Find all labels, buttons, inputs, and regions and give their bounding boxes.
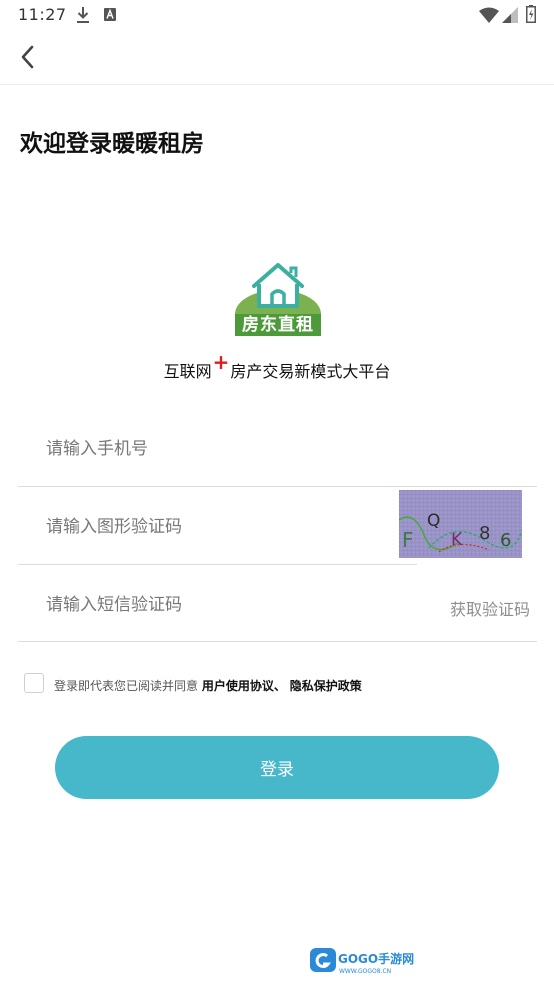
page-title: 欢迎登录暖暖租房 [20, 131, 204, 157]
captcha-input[interactable] [44, 487, 348, 566]
sms-code-input[interactable] [44, 566, 348, 643]
agreement-text: 登录即代表您已阅读并同意 用户使用协议、 隐私保护政策 [54, 677, 362, 694]
captcha-field [18, 487, 417, 566]
signal-icon [502, 7, 518, 23]
agreement-checkbox[interactable] [24, 673, 44, 693]
logo-text: 房东直租 [242, 315, 314, 335]
chevron-left-icon [21, 45, 34, 69]
privacy-policy-link[interactable]: 隐私保护政策 [290, 679, 362, 693]
captcha-image[interactable]: F Q K 8 6 [399, 490, 522, 558]
app-logo: 房东直租 [233, 262, 325, 338]
watermark-url: WWW.GOGO8.CN [339, 968, 391, 975]
back-button[interactable] [12, 40, 46, 74]
download-icon [77, 7, 89, 23]
notification-a-icon [104, 8, 116, 21]
user-agreement-link[interactable]: 用户使用协议、 [202, 679, 286, 693]
slogan-plus: + [212, 350, 230, 374]
wifi-icon [479, 7, 499, 23]
phone-input[interactable] [44, 410, 348, 488]
app-bar [0, 30, 554, 85]
status-time: 11:27 [18, 5, 67, 24]
house-icon [252, 263, 304, 308]
captcha-char-1: F [402, 528, 414, 552]
slogan-part1: 互联网 [163, 362, 212, 381]
get-code-button[interactable]: 获取验证码 [450, 596, 530, 620]
captcha-char-2: Q [427, 511, 440, 531]
captcha-char-4: 8 [479, 523, 490, 544]
agreement-prefix: 登录即代表您已阅读并同意 [54, 679, 199, 693]
phone-field [18, 410, 537, 488]
battery-icon [526, 5, 536, 23]
captcha-char-3: K [451, 530, 463, 550]
watermark-logo: GOGO手游网 WWW.GOGO8.CN [310, 948, 414, 975]
slogan: 互联网+房产交易新模式大平台 [0, 350, 554, 382]
captcha-char-5: 6 [500, 530, 511, 551]
watermark-brand: GOGO手游网 [338, 951, 414, 966]
slogan-part2: 房产交易新模式大平台 [230, 362, 391, 381]
login-button[interactable]: 登录 [55, 736, 499, 799]
status-bar: 11:27 [0, 0, 554, 30]
